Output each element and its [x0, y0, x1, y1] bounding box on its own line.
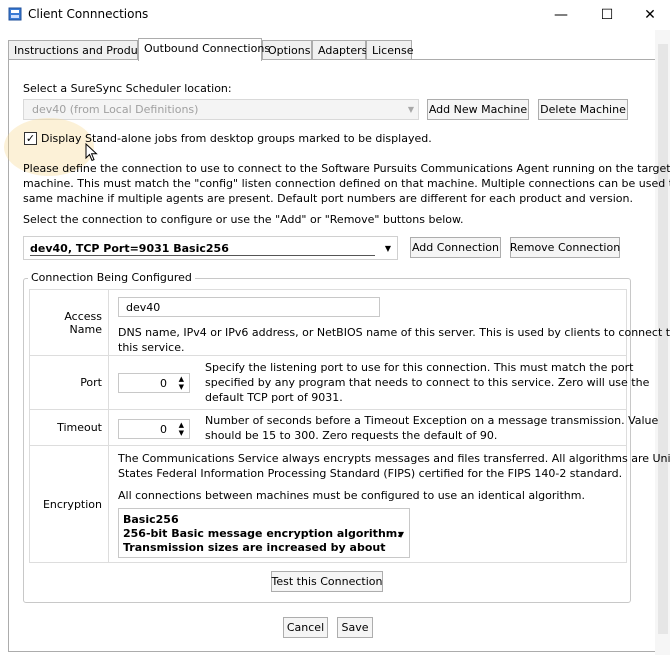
- window-title: Client Connnections: [28, 7, 149, 21]
- access-name-label: Access Name: [29, 289, 109, 356]
- close-button[interactable]: ✕: [630, 0, 670, 30]
- connection-select[interactable]: dev40, TCP Port=9031 Basic256 ▼: [23, 236, 398, 260]
- port-help-line-2: specified by any program that needs to c…: [205, 375, 650, 389]
- encryption-label: Encryption: [29, 445, 109, 563]
- timeout-row: Timeout 0 ▲ ▼ Number of seconds before a …: [29, 409, 658, 446]
- save-button[interactable]: Save: [337, 617, 373, 638]
- timeout-value: 0: [160, 422, 167, 436]
- tab-outbound-connections[interactable]: Outbound Connections: [138, 38, 270, 61]
- connection-select-value: dev40, TCP Port=9031 Basic256: [30, 242, 229, 255]
- chevron-down-icon: ▼: [384, 244, 391, 253]
- connection-select-underline: [30, 255, 375, 256]
- add-connection-button[interactable]: Add Connection: [410, 237, 501, 258]
- access-name-row: Access Name dev40 DNS name, IPv4 or IPv6…: [29, 289, 670, 356]
- timeout-stepper[interactable]: 0 ▲ ▼: [118, 418, 190, 439]
- chevron-down-icon: ▼: [397, 529, 404, 539]
- intro-text-line-1: Please define the connection to use to c…: [23, 162, 670, 175]
- scheduler-location-value: dev40 (from Local Definitions): [32, 103, 199, 116]
- scheduler-location-select: dev40 (from Local Definitions) ▼: [23, 99, 419, 120]
- encryption-option-note: Transmission sizes are increased by abou…: [123, 540, 386, 557]
- port-help-line-1: Specify the listening port to use for th…: [205, 360, 634, 374]
- timeout-help-line-1: Number of seconds before a Timeout Excep…: [205, 413, 659, 427]
- standalone-jobs-label[interactable]: Display Stand-alone jobs from desktop gr…: [41, 132, 432, 145]
- cancel-button[interactable]: Cancel: [283, 617, 328, 638]
- app-icon: [8, 7, 22, 21]
- updown-arrows-icon[interactable]: ▲ ▼: [179, 421, 184, 437]
- add-new-machine-button[interactable]: Add New Machine: [427, 99, 529, 120]
- maximize-button[interactable]: ☐: [584, 0, 630, 30]
- timeout-label: Timeout: [29, 409, 109, 446]
- tab-instructions-and-product[interactable]: Instructions and Product: [8, 40, 148, 60]
- encryption-help-line-3: All connections between machines must be…: [118, 488, 585, 502]
- encryption-select[interactable]: Basic256 256-bit Basic message encryptio…: [118, 507, 410, 558]
- tab-adapters[interactable]: Adapters: [312, 40, 367, 60]
- mouse-pointer-icon: [85, 143, 98, 162]
- encryption-option-desc: 256-bit Basic message encryption algorit…: [123, 526, 402, 540]
- port-label: Port: [29, 355, 109, 410]
- access-name-help-line-2: this service.: [118, 340, 185, 354]
- encryption-row: Encryption The Communications Service al…: [29, 445, 670, 563]
- encryption-help-line-2: States Federal Information Processing St…: [118, 466, 623, 480]
- scheduler-location-label: Select a SureSync Scheduler location:: [23, 82, 232, 95]
- access-name-help-line-1: DNS name, IPv4 or IPv6 address, or NetBI…: [118, 325, 670, 339]
- tab-license[interactable]: License: [366, 40, 413, 60]
- encryption-help-line-1: The Communications Service always encryp…: [118, 451, 670, 465]
- remove-connection-button[interactable]: Remove Connection: [510, 237, 620, 258]
- timeout-help-line-2: should be 15 to 300. Zero requests the d…: [205, 428, 498, 442]
- chevron-down-icon: ▼: [407, 105, 414, 114]
- port-row: Port 0 ▲ ▼ Specify the listening port to …: [29, 355, 649, 410]
- standalone-jobs-checkbox[interactable]: ✓: [24, 132, 37, 145]
- encryption-option-name: Basic256: [123, 512, 179, 526]
- intro-text-line-2: machine. This must match the "config" li…: [23, 177, 670, 190]
- updown-arrows-icon[interactable]: ▲ ▼: [179, 375, 184, 391]
- select-connection-hint: Select the connection to configure or us…: [23, 213, 464, 226]
- access-name-input[interactable]: dev40: [118, 296, 380, 317]
- port-value: 0: [160, 376, 167, 390]
- port-stepper[interactable]: 0 ▲ ▼: [118, 372, 190, 393]
- delete-machine-button[interactable]: Delete Machine: [538, 99, 628, 120]
- test-connection-button[interactable]: Test this Connection: [271, 571, 383, 592]
- connection-config-legend: Connection Being Configured: [28, 271, 195, 284]
- minimize-button[interactable]: —: [538, 0, 584, 30]
- intro-text-line-3: same machine if multiple agents are pres…: [23, 192, 633, 205]
- connection-config-table: Access Name dev40 DNS name, IPv4 or IPv6…: [29, 289, 670, 563]
- port-help-line-3: default TCP port of 9031.: [205, 390, 343, 404]
